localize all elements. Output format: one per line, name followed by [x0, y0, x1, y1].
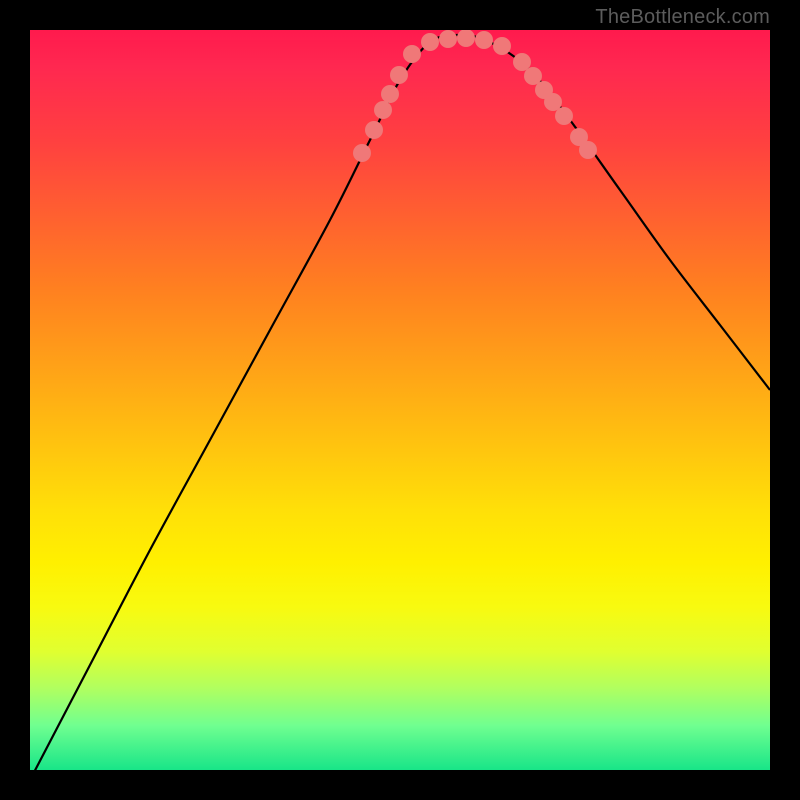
marker-point	[513, 53, 531, 71]
chart-container: TheBottleneck.com	[0, 0, 800, 800]
highlight-markers	[353, 30, 597, 162]
marker-point	[403, 45, 421, 63]
watermark-text: TheBottleneck.com	[595, 6, 770, 29]
marker-point	[475, 31, 493, 49]
marker-point	[524, 67, 542, 85]
marker-point	[579, 141, 597, 159]
marker-point	[390, 66, 408, 84]
marker-point	[381, 85, 399, 103]
marker-point	[555, 107, 573, 125]
bottleneck-curve	[30, 35, 770, 770]
marker-point	[353, 144, 371, 162]
marker-point	[421, 33, 439, 51]
marker-point	[493, 37, 511, 55]
marker-point	[544, 93, 562, 111]
marker-point	[374, 101, 392, 119]
marker-point	[439, 30, 457, 48]
chart-svg	[30, 30, 770, 770]
marker-point	[457, 30, 475, 47]
marker-point	[365, 121, 383, 139]
